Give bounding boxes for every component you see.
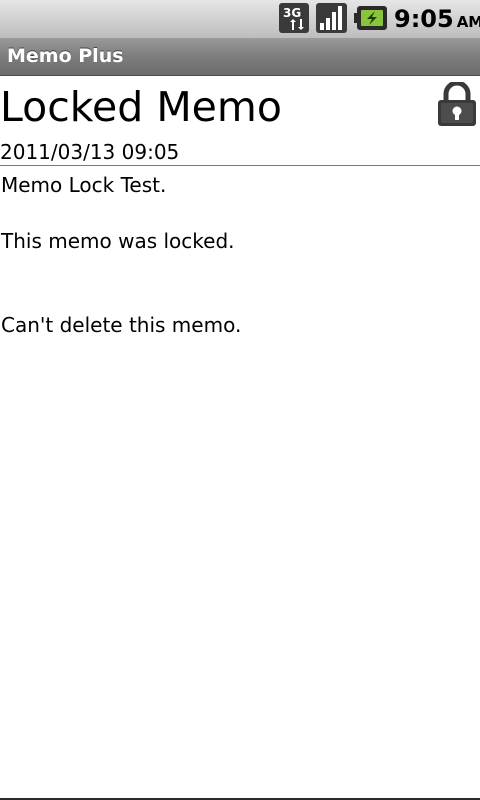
status-clock: 9:05 AM: [394, 2, 480, 36]
clock-time: 9:05: [394, 5, 454, 33]
network-type-label: 3G: [283, 6, 301, 20]
signal-strength-icon: [316, 3, 347, 33]
lock-icon: [438, 80, 476, 126]
memo-line: This memo was locked.: [1, 229, 235, 253]
3g-data-icon: 3G: [279, 3, 309, 33]
battery-charging-icon: [354, 6, 387, 30]
status-bar: 3G 9:05 AM: [0, 0, 480, 38]
clock-ampm: AM: [456, 13, 480, 31]
memo-line: Can't delete this memo.: [1, 313, 242, 337]
memo-date: 2011/03/13 09:05: [0, 140, 180, 164]
memo-title: Locked Memo: [0, 83, 282, 131]
app-title-bar: Memo Plus: [0, 38, 480, 76]
lock-button[interactable]: [436, 80, 478, 128]
header-divider: [0, 165, 480, 166]
app-title: Memo Plus: [7, 45, 124, 67]
memo-line: Memo Lock Test.: [1, 173, 167, 197]
